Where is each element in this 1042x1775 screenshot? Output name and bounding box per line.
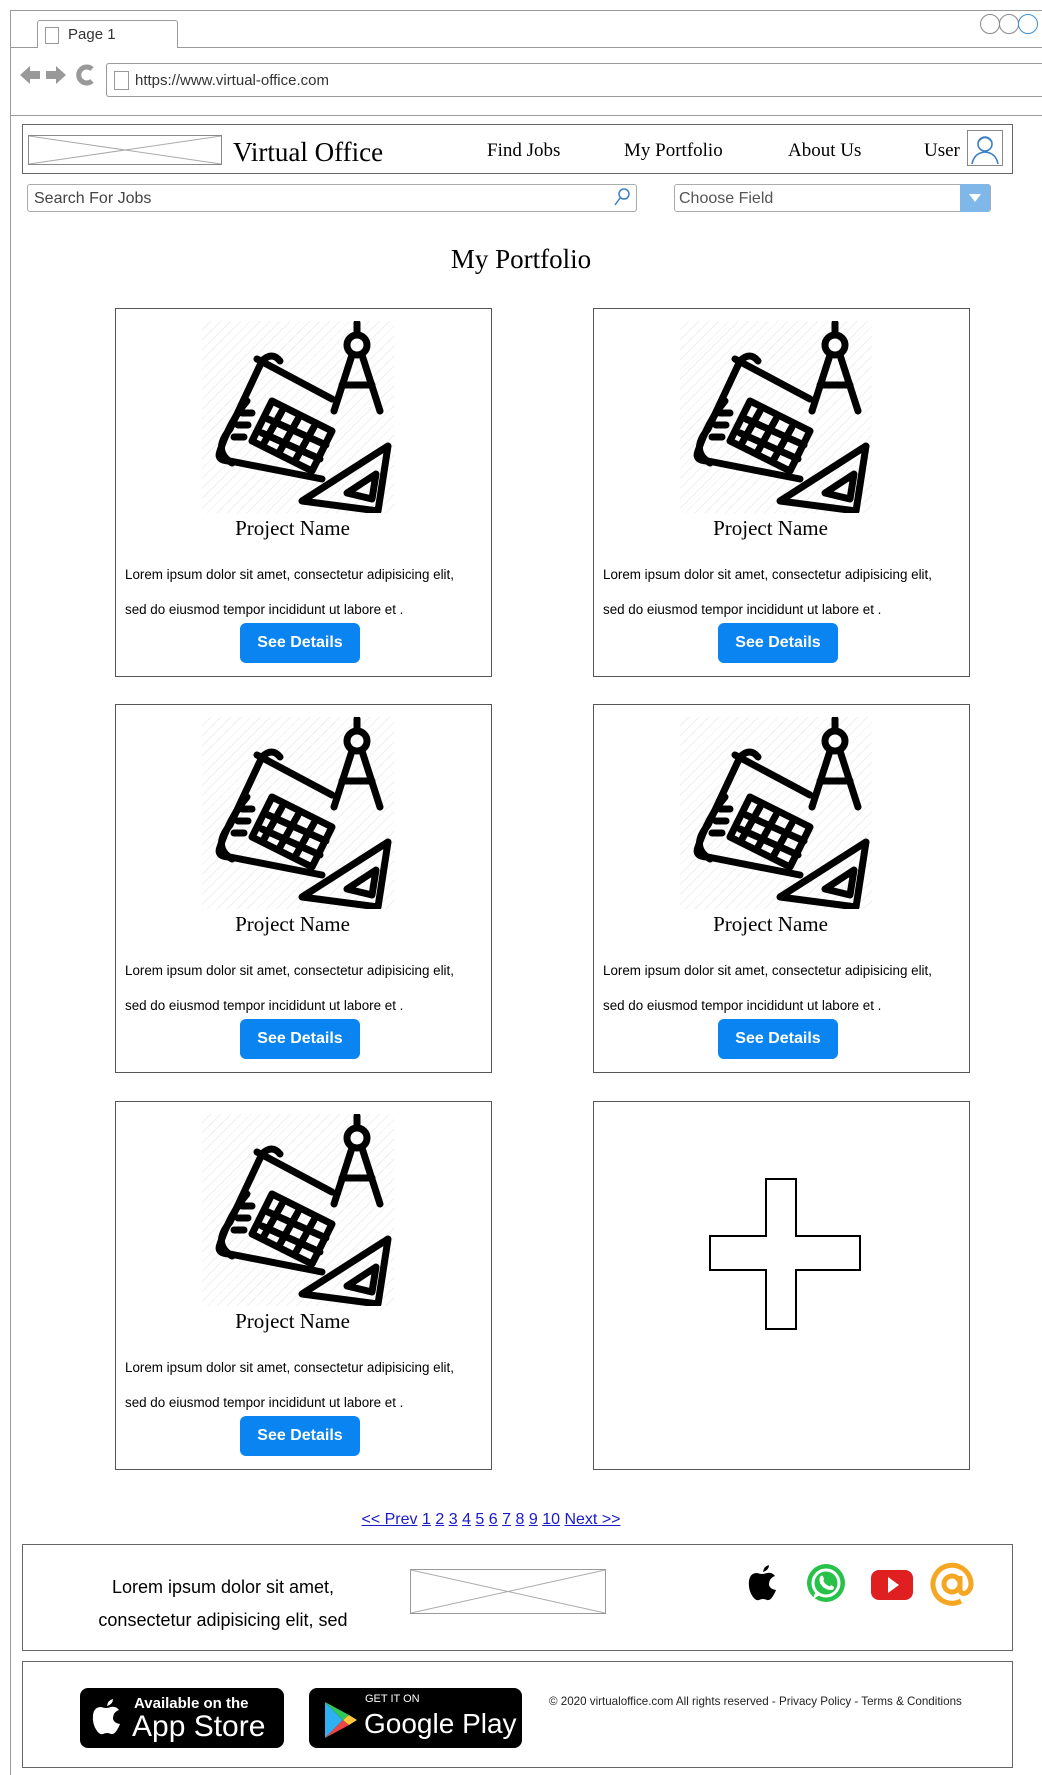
address-url: https://www.virtual-office.com xyxy=(135,72,329,89)
project-name: Project Name xyxy=(235,1309,350,1333)
plus-icon[interactable] xyxy=(709,1178,861,1335)
pagination-page-link[interactable]: 1 xyxy=(422,1511,431,1528)
user-avatar-icon[interactable] xyxy=(967,130,1003,166)
project-card: Project Name Lorem ipsum dolor sit amet,… xyxy=(115,1101,492,1470)
project-description-line: Lorem ipsum dolor sit amet, consectetur … xyxy=(125,567,454,582)
browser-tab[interactable]: Page 1 xyxy=(37,20,178,48)
project-card: Project Name Lorem ipsum dolor sit amet,… xyxy=(115,704,492,1073)
reload-icon[interactable] xyxy=(76,64,94,86)
project-description-line: Lorem ipsum dolor sit amet, consectetur … xyxy=(603,567,932,582)
privacy-policy-link[interactable]: Privacy Policy xyxy=(779,1695,851,1708)
apple-icon xyxy=(92,1699,120,1735)
project-description: Lorem ipsum dolor sit amet, consectetur … xyxy=(125,953,490,1023)
see-details-button[interactable]: See Details xyxy=(240,1019,360,1059)
project-description: Lorem ipsum dolor sit amet, consectetur … xyxy=(125,557,490,627)
project-description-line: Lorem ipsum dolor sit amet, consectetur … xyxy=(603,963,932,978)
terms-link[interactable]: Terms & Conditions xyxy=(861,1695,962,1708)
footer-logo-placeholder xyxy=(410,1569,606,1614)
pagination-prev[interactable]: << Prev xyxy=(362,1511,418,1528)
project-name: Project Name xyxy=(235,516,350,540)
footer-text-line: Lorem ipsum dolor sit amet, xyxy=(111,1577,335,1597)
pagination-page-link[interactable]: 6 xyxy=(489,1511,498,1528)
project-description: Lorem ipsum dolor sit amet, consectetur … xyxy=(603,953,968,1023)
nav-my-portfolio[interactable]: My Portfolio xyxy=(624,140,723,162)
project-card: Project Name Lorem ipsum dolor sit amet,… xyxy=(593,308,970,677)
legal-text: © 2020 virtualoffice.com All rights rese… xyxy=(549,1695,962,1708)
google-play-big-text: Google Play xyxy=(364,1708,517,1739)
pagination-page-link[interactable]: 10 xyxy=(542,1511,560,1528)
whatsapp-icon[interactable] xyxy=(804,1562,848,1606)
chevron-down-icon[interactable] xyxy=(960,184,990,212)
blueprint-icon xyxy=(202,1112,394,1308)
project-description-line: Lorem ipsum dolor sit amet, consectetur … xyxy=(125,1360,454,1375)
project-description-line: sed do eiusmod tempor incididunt ut labo… xyxy=(125,602,404,617)
google-play-small-text: GET IT ON xyxy=(365,1693,420,1705)
see-details-button[interactable]: See Details xyxy=(718,1019,838,1059)
back-arrow-icon[interactable] xyxy=(20,66,40,84)
nav-find-jobs[interactable]: Find Jobs xyxy=(487,140,560,162)
forward-arrow-icon[interactable] xyxy=(46,66,66,84)
see-details-button[interactable]: See Details xyxy=(240,623,360,663)
browser-tab-label: Page 1 xyxy=(68,26,116,43)
app-store-big-text: App Store xyxy=(132,1710,266,1743)
project-name: Project Name xyxy=(235,912,350,936)
logo-placeholder[interactable] xyxy=(28,135,222,165)
project-name: Project Name xyxy=(713,516,828,540)
pagination-page-link[interactable]: 9 xyxy=(529,1511,538,1528)
google-play-icon xyxy=(325,1702,357,1738)
project-card: Project Name Lorem ipsum dolor sit amet,… xyxy=(593,704,970,1073)
pagination-page-link[interactable]: 7 xyxy=(502,1511,511,1528)
email-at-icon[interactable] xyxy=(930,1562,974,1606)
see-details-button[interactable]: See Details xyxy=(240,1416,360,1456)
chrome-divider xyxy=(10,115,1042,116)
pagination-next[interactable]: Next >> xyxy=(564,1511,620,1528)
pagination: << Prev 1 2 3 4 5 6 7 8 9 10 Next >> xyxy=(0,1511,982,1529)
search-icon[interactable] xyxy=(612,186,632,213)
pagination-page-link[interactable]: 8 xyxy=(516,1511,525,1528)
project-description-line: sed do eiusmod tempor incididunt ut labo… xyxy=(125,1395,404,1410)
page-title: My Portfolio xyxy=(450,244,592,274)
brand-name: Virtual Office xyxy=(233,137,384,167)
blueprint-icon xyxy=(680,319,872,515)
browser-nav-buttons xyxy=(18,62,102,88)
pagination-page-link[interactable]: 5 xyxy=(475,1511,484,1528)
app-store-badge[interactable]: Available on the App Store xyxy=(80,1688,284,1748)
field-select-value: Choose Field xyxy=(679,190,774,207)
footer-text: Lorem ipsum dolor sit amet, consectetur … xyxy=(78,1571,368,1637)
page-icon xyxy=(45,27,59,44)
project-description-line: Lorem ipsum dolor sit amet, consectetur … xyxy=(125,963,454,978)
nav-user[interactable]: User xyxy=(924,140,960,162)
pagination-page-link[interactable]: 3 xyxy=(449,1511,458,1528)
apple-icon[interactable] xyxy=(740,1562,784,1606)
page-icon xyxy=(114,71,129,90)
project-description-line: sed do eiusmod tempor incididunt ut labo… xyxy=(125,998,404,1013)
project-description: Lorem ipsum dolor sit amet, consectetur … xyxy=(603,557,968,627)
project-description-line: sed do eiusmod tempor incididunt ut labo… xyxy=(603,602,882,617)
nav-about-us[interactable]: About Us xyxy=(788,140,861,162)
google-play-badge[interactable]: GET IT ON Google Play xyxy=(309,1688,522,1748)
pagination-page-link[interactable]: 4 xyxy=(462,1511,471,1528)
project-card: Project Name Lorem ipsum dolor sit amet,… xyxy=(115,308,492,677)
copyright-text: © 2020 virtualoffice.com All rights rese… xyxy=(549,1695,776,1708)
blueprint-icon xyxy=(202,715,394,911)
blueprint-icon xyxy=(680,715,872,911)
search-input[interactable]: Search For Jobs xyxy=(27,184,637,212)
window-control-icon[interactable] xyxy=(999,14,1019,34)
project-name: Project Name xyxy=(713,912,828,936)
pagination-page-link[interactable]: 2 xyxy=(435,1511,444,1528)
window-controls[interactable] xyxy=(980,14,1038,36)
address-bar[interactable]: https://www.virtual-office.com xyxy=(106,63,1042,97)
window-control-icon[interactable] xyxy=(1018,14,1038,34)
add-project-card[interactable] xyxy=(593,1101,970,1470)
legal-separator: - xyxy=(854,1695,859,1708)
search-placeholder: Search For Jobs xyxy=(34,190,152,207)
project-description-line: sed do eiusmod tempor incididunt ut labo… xyxy=(603,998,882,1013)
window-control-icon[interactable] xyxy=(980,14,1000,34)
see-details-button[interactable]: See Details xyxy=(718,623,838,663)
field-select[interactable]: Choose Field xyxy=(674,184,991,212)
footer-text-line: consectetur adipisicing elit, sed xyxy=(98,1610,348,1630)
project-description: Lorem ipsum dolor sit amet, consectetur … xyxy=(125,1350,490,1420)
blueprint-icon xyxy=(202,319,394,515)
youtube-icon[interactable] xyxy=(870,1562,914,1606)
